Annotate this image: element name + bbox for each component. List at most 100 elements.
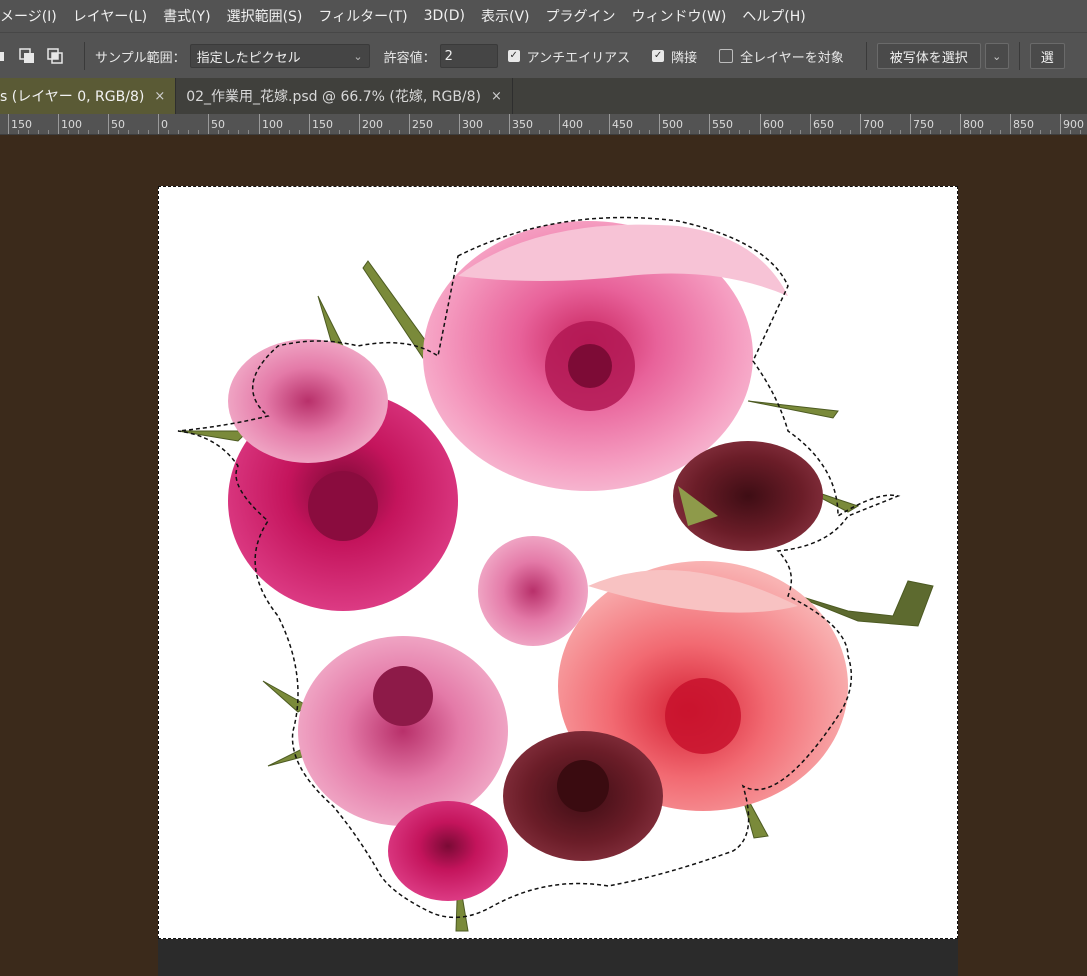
ruler-minor-tick xyxy=(148,130,149,134)
tab-bride-psd[interactable]: 02_作業用_花嫁.psd @ 66.7% (花嫁, RGB/8) × xyxy=(176,78,513,114)
sample-size-value: 指定したピクセル xyxy=(196,50,301,66)
ruler-minor-tick xyxy=(739,130,740,134)
ruler-minor-tick xyxy=(770,130,771,134)
ruler-minor-tick xyxy=(1030,130,1031,134)
tab-label: s (レイヤー 0, RGB/8) xyxy=(0,89,145,105)
ruler-minor-tick xyxy=(1040,130,1041,134)
tolerance-input[interactable]: 2 xyxy=(439,44,498,68)
ruler-minor-tick xyxy=(719,130,720,134)
ruler-minor-tick xyxy=(840,130,841,134)
select-and-mask-button[interactable]: 選 xyxy=(1029,43,1065,69)
checkmark-icon: ✓ xyxy=(652,50,665,62)
ruler-minor-tick xyxy=(729,130,730,134)
antialias-label: アンチエイリアス xyxy=(526,50,631,66)
ruler-minor-tick xyxy=(429,130,430,134)
ruler-minor-tick xyxy=(98,130,99,134)
ruler-minor-tick xyxy=(68,130,69,134)
sample-size-label: サンプル範囲： xyxy=(95,50,186,66)
selection-subtract-icon[interactable] xyxy=(18,47,36,65)
ruler-minor-tick xyxy=(749,130,750,134)
horizontal-ruler[interactable]: 150 100 50 0 50 100 150 200 250 300 350 400 450 500 55… xyxy=(0,114,1087,135)
ruler-minor-tick xyxy=(279,130,280,134)
ruler-minor-tick xyxy=(138,130,139,134)
subject-dropdown-button[interactable]: ⌄ xyxy=(984,43,1009,69)
chevron-down-icon: ⌄ xyxy=(353,49,363,63)
ruler-minor-tick xyxy=(439,130,440,134)
ruler-minor-tick xyxy=(1080,130,1081,134)
ruler-minor-tick xyxy=(198,130,199,134)
close-icon[interactable]: × xyxy=(491,89,502,104)
ruler-minor-tick xyxy=(890,130,891,134)
all-layers-checkbox[interactable]: 全レイヤーを対象 xyxy=(719,47,844,66)
options-bar: サンプル範囲： 指定したピクセル ⌄ 許容値： 2 ✓ アンチエイリアス ✓ 隣… xyxy=(0,32,1087,79)
ruler-minor-tick xyxy=(218,130,219,134)
menu-bar: メージ(I) レイヤー(L) 書式(Y) 選択範囲(S) フィルター(T) 3D… xyxy=(0,0,1087,32)
ruler-minor-tick xyxy=(489,130,490,134)
ruler-minor-tick xyxy=(699,130,700,134)
contiguous-checkbox[interactable]: ✓ 隣接 xyxy=(652,47,697,66)
ruler-minor-tick xyxy=(669,130,670,134)
divider xyxy=(1018,42,1020,70)
ruler-minor-tick xyxy=(679,130,680,134)
selection-mode-icon[interactable] xyxy=(0,47,6,65)
ruler-minor-tick xyxy=(299,130,300,134)
menu-3d[interactable]: 3D(D) xyxy=(416,8,473,24)
ruler-minor-tick xyxy=(940,130,941,134)
menu-select[interactable]: 選択範囲(S) xyxy=(219,6,311,26)
menu-window[interactable]: ウィンドウ(W) xyxy=(624,6,735,26)
ruler-minor-tick xyxy=(980,130,981,134)
ruler-minor-tick xyxy=(850,130,851,134)
tab-layer-0[interactable]: s (レイヤー 0, RGB/8) × xyxy=(0,78,177,114)
ruler-minor-tick xyxy=(619,130,620,134)
ruler-minor-tick xyxy=(238,130,239,134)
ruler-minor-tick xyxy=(1050,130,1051,134)
ruler-minor-tick xyxy=(128,130,129,134)
sample-size-select[interactable]: 指定したピクセル ⌄ xyxy=(189,44,370,68)
ruler-minor-tick xyxy=(780,130,781,134)
select-subject-button[interactable]: 被写体を選択 xyxy=(876,43,981,69)
ruler-minor-tick xyxy=(379,130,380,134)
menu-type[interactable]: 書式(Y) xyxy=(155,6,218,26)
tab-label: 02_作業用_花嫁.psd @ 66.7% (花嫁, RGB/8) xyxy=(186,89,482,105)
canvas-shadow xyxy=(158,938,958,976)
ruler-minor-tick xyxy=(539,130,540,134)
menu-image[interactable]: メージ(I) xyxy=(0,6,65,26)
ruler-minor-tick xyxy=(389,130,390,134)
selection-intersect-icon[interactable] xyxy=(46,47,64,65)
menu-plugins[interactable]: プラグイン xyxy=(538,6,624,26)
ruler-minor-tick xyxy=(599,130,600,134)
contiguous-label: 隣接 xyxy=(671,50,698,66)
ruler-minor-tick xyxy=(248,130,249,134)
ruler-minor-tick xyxy=(319,130,320,134)
ruler-minor-tick xyxy=(369,130,370,134)
all-layers-label: 全レイヤーを対象 xyxy=(740,50,844,66)
ruler-minor-tick xyxy=(449,130,450,134)
menu-filter[interactable]: フィルター(T) xyxy=(310,6,415,26)
document-tab-bar: s (レイヤー 0, RGB/8) × 02_作業用_花嫁.psd @ 66.7… xyxy=(0,78,1087,114)
divider xyxy=(84,42,85,70)
divider xyxy=(865,42,867,70)
ruler-minor-tick xyxy=(329,130,330,134)
ruler-minor-tick xyxy=(870,130,871,134)
ruler-minor-tick xyxy=(629,130,630,134)
ruler-minor-tick xyxy=(118,130,119,134)
ruler-minor-tick xyxy=(48,130,49,134)
menu-help[interactable]: ヘルプ(H) xyxy=(734,6,813,26)
ruler-minor-tick xyxy=(529,130,530,134)
ruler-minor-tick xyxy=(188,130,189,134)
ruler-minor-tick xyxy=(349,130,350,134)
ruler-minor-tick xyxy=(970,130,971,134)
ruler-minor-tick xyxy=(1000,130,1001,134)
ruler-minor-tick xyxy=(1020,130,1021,134)
antialias-checkbox[interactable]: ✓ アンチエイリアス xyxy=(507,47,631,66)
ruler-minor-tick xyxy=(689,130,690,134)
ruler-label: 50 xyxy=(111,118,125,131)
rose-bouquet-image xyxy=(177,216,934,932)
menu-view[interactable]: 表示(V) xyxy=(473,6,538,26)
close-icon[interactable]: × xyxy=(154,89,165,104)
menu-layer[interactable]: レイヤー(L) xyxy=(65,6,155,26)
ruler-minor-tick xyxy=(569,130,570,134)
ruler-minor-tick xyxy=(589,130,590,134)
ruler-minor-tick xyxy=(639,130,640,134)
ruler-minor-tick xyxy=(830,130,831,134)
